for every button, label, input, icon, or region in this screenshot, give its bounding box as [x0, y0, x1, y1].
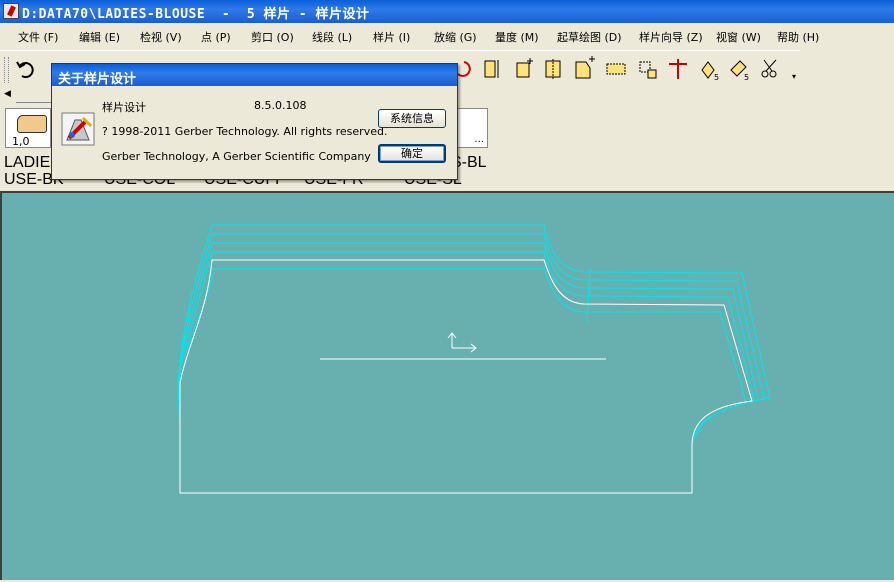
product-version: 8.5.0.108 — [254, 99, 307, 112]
piece-name-label[interactable]: LADIE — [4, 155, 50, 171]
pattern-canvas[interactable] — [2, 193, 894, 582]
menu-item[interactable]: 样片向导 (Z) — [639, 29, 703, 45]
split-piece-icon[interactable] — [542, 56, 566, 82]
menu-item[interactable]: 视窗 (W) — [716, 29, 761, 45]
menu-item[interactable]: 文件 (F) — [18, 29, 58, 45]
add-point-icon[interactable] — [512, 56, 536, 82]
scissors-icon[interactable] — [758, 56, 782, 82]
window-title: D:DATA70\LADIES-BLOUSE - 5 样片 - 样片设计 — [22, 7, 370, 22]
more-pieces-label: ... — [474, 134, 484, 145]
grade-line — [212, 224, 771, 444]
copyright-text: ? 1998-2011 Gerber Technology. All right… — [102, 125, 388, 138]
add-seam-icon[interactable] — [572, 56, 596, 82]
mirror-piece-icon[interactable] — [480, 56, 504, 82]
dashed-rect-icon[interactable] — [604, 56, 628, 82]
notch-icon[interactable] — [636, 56, 660, 82]
grade-line — [212, 251, 755, 401]
ok-button[interactable]: 确定 — [378, 144, 446, 163]
cross-icon[interactable] — [666, 56, 690, 82]
svg-text:5: 5 — [714, 73, 719, 82]
menu-item[interactable]: 剪口 (O) — [251, 29, 294, 45]
svg-text:5: 5 — [744, 73, 749, 82]
company-text: Gerber Technology, A Gerber Scientific C… — [102, 150, 371, 163]
piece-thumbnail-label: 1,0 — [12, 135, 30, 148]
piece-thumbnail[interactable]: 1,0 — [5, 108, 51, 148]
system-info-button[interactable]: 系统信息 — [378, 109, 446, 128]
piece-shape-icon — [17, 115, 47, 133]
gerber-logo-icon — [61, 112, 95, 146]
grade-5b-icon[interactable]: 5 — [728, 56, 752, 82]
product-name: 样片设计 — [102, 101, 146, 114]
menu-item[interactable]: 点 (P) — [201, 29, 231, 45]
work-area[interactable] — [0, 191, 894, 580]
menu-bar: 文件 (F) 编辑 (E) 检视 (V) 点 (P) 剪口 (O) 线段 (L) 样片 (I… — [0, 25, 894, 47]
toolbar-overflow-chevron[interactable]: ▾ — [789, 57, 799, 83]
menu-item[interactable]: 放缩 (G) — [434, 29, 477, 45]
dialog-title: 关于样片设计 — [58, 72, 137, 87]
app-icon[interactable] — [3, 3, 19, 19]
base-piece-outline — [179, 259, 753, 494]
grade-line — [212, 233, 765, 446]
grade-line — [586, 267, 591, 324]
tab-scroll-left-icon[interactable]: ◀ — [4, 89, 11, 99]
undo-icon[interactable] — [14, 56, 38, 82]
orientation-arrow-icon — [447, 332, 477, 353]
grade-5-icon[interactable]: 5 — [698, 56, 722, 82]
dialog-title-bar[interactable]: 关于样片设计 — [52, 64, 457, 87]
menu-item[interactable]: 量度 (M) — [495, 29, 539, 45]
toolbar-grip[interactable] — [4, 57, 9, 83]
menu-item[interactable]: 检视 (V) — [140, 29, 182, 45]
title-bar: D:DATA70\LADIES-BLOUSE - 5 样片 - 样片设计 — [0, 0, 894, 23]
about-dialog: 关于样片设计 样片设计 8.5.0.108 ? 1998-2011 Gerber… — [51, 63, 458, 180]
menu-item[interactable]: 样片 (I) — [373, 29, 410, 45]
menu-item[interactable]: 帮助 (H) — [777, 29, 819, 45]
grade-line — [177, 224, 213, 434]
menu-item[interactable]: 起草绘图 (D) — [557, 29, 622, 45]
menu-item[interactable]: 编辑 (E) — [79, 29, 120, 45]
menu-item[interactable]: 线段 (L) — [312, 29, 352, 45]
grade-line — [212, 242, 759, 401]
